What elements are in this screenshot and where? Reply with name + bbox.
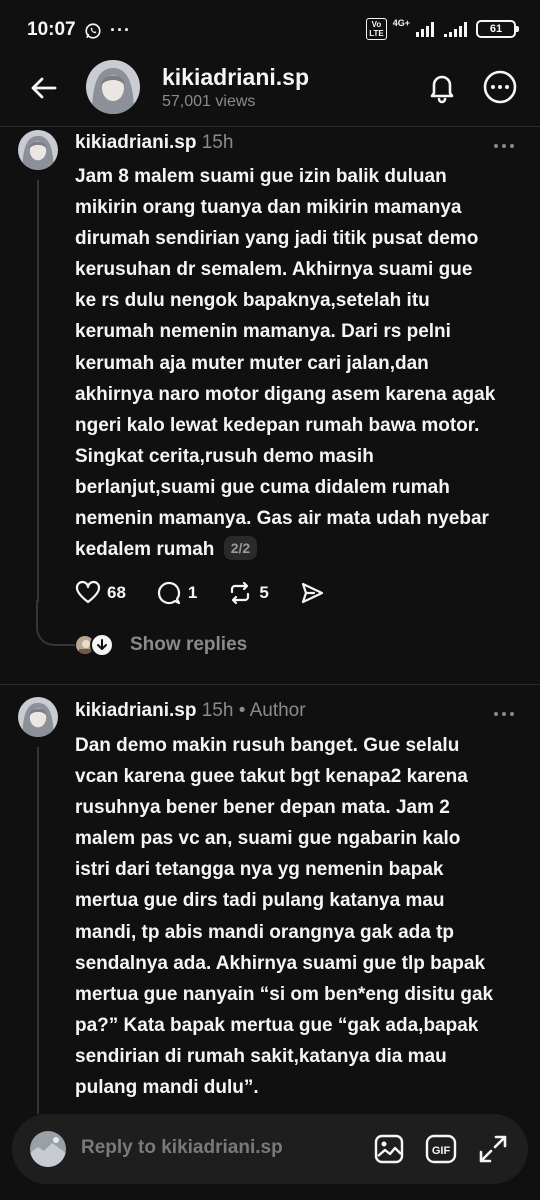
avatar-image <box>18 697 58 737</box>
post-more-button[interactable] <box>492 706 516 716</box>
post-line: kerumah aja muter muter cari jalan,dan <box>75 352 429 374</box>
repost-icon <box>231 581 250 605</box>
share-button[interactable] <box>299 580 325 606</box>
thread-header: kikiadriani.sp 57,001 views <box>0 56 540 126</box>
post-line: Singkat cerita,rusuh demo masih <box>75 445 374 467</box>
replier-avatars <box>75 633 115 657</box>
arrow-left-icon <box>31 77 57 99</box>
show-replies-button[interactable]: Show replies <box>75 631 247 659</box>
post-line: nemenin mamanya. Gas air mata udah nyeba… <box>75 508 489 530</box>
post-line: malem pas vc an, suami gue ngabarin kalo <box>75 828 461 850</box>
repost-count: 5 <box>259 583 269 602</box>
post-text: Dan demo makin rusuh banget. Gue selalu … <box>75 730 535 1103</box>
notifications-button[interactable] <box>424 69 460 105</box>
author-tag: • Author <box>238 700 306 721</box>
like-button[interactable]: 68 <box>75 580 126 606</box>
comment-button[interactable]: 1 <box>156 580 197 606</box>
post-line: sendirian di rumah sakit,katanya dia mau <box>75 1045 447 1067</box>
show-replies-label: Show replies <box>130 634 248 655</box>
battery-level: 61 <box>489 23 503 35</box>
reply-composer[interactable]: Reply to kikiadriani.sp GIF <box>12 1114 528 1184</box>
more-horizontal-icon <box>483 70 517 104</box>
thread-line <box>37 180 39 602</box>
post-line: dirumah sendirian yang jadi titik pusat … <box>75 228 479 250</box>
post-avatar[interactable] <box>18 697 58 737</box>
signal-icon-2 <box>444 22 467 37</box>
image-icon <box>374 1134 404 1164</box>
whatsapp-icon <box>85 22 101 39</box>
more-notifications-icon: ··· <box>110 20 131 40</box>
header-divider <box>0 126 540 127</box>
post-line: ngeri kalo lewat kedepan rumah bawa moto… <box>75 414 480 436</box>
post-line: mertua gue nanyain “si om ben*eng disitu… <box>75 983 494 1005</box>
post-time: 15h <box>201 700 234 721</box>
avatar-image <box>86 60 140 114</box>
thread-connector <box>36 600 76 646</box>
gif-label: GIF <box>432 1145 451 1157</box>
post-line: mertua gue dirs tadi pulang katanya mau <box>75 890 445 912</box>
image-button[interactable] <box>373 1133 405 1165</box>
post-line: rusuhnya bener bener depan mata. Jam 2 <box>75 797 450 819</box>
thread-author-name[interactable]: kikiadriani.sp <box>162 64 309 91</box>
post-line: istri dari tetangga nya yg nemenin bapak <box>75 859 444 881</box>
expand-icon <box>479 1135 507 1163</box>
more-horizontal-icon <box>494 712 514 716</box>
post-more-button[interactable] <box>492 138 516 148</box>
post-line: kerumah nemenin mamanya. Dari rs pelni <box>75 321 451 343</box>
post-line: berlanjut,suami gue cuma didalem rumah <box>75 476 450 498</box>
views-count: 57,001 views <box>162 93 256 110</box>
post-line: sendalnya ada. Akhirnya suami gue tlp ba… <box>75 952 486 974</box>
post-meta: kikiadriani.sp 15h • Author <box>75 700 306 722</box>
post-divider <box>0 684 540 685</box>
reply-input[interactable]: Reply to kikiadriani.sp <box>81 1137 283 1159</box>
post-actions: 68 1 5 <box>75 578 355 608</box>
post-line: mikirin orang tuanya dan mikirin mamanya <box>75 197 462 219</box>
expand-replies-icon <box>90 633 114 657</box>
post-line: kedalem rumah <box>75 539 215 561</box>
network-type: 4G+ <box>392 18 410 28</box>
post-line-last: kedalem rumah 2/2 <box>75 534 535 565</box>
post-line: pa?” Kata bapak mertua gue “gak ada,bapa… <box>75 1014 479 1036</box>
avatar-image <box>18 130 58 170</box>
post-line: Jam 8 malem suami gue izin balik duluan <box>75 166 447 187</box>
avatar-image <box>30 1131 66 1167</box>
expand-button[interactable] <box>477 1133 509 1165</box>
status-time: 10:07 <box>27 19 76 40</box>
post-meta: kikiadriani.sp 15h <box>75 132 233 154</box>
more-horizontal-icon <box>494 144 514 148</box>
post-line: Dan demo makin rusuh banget. Gue selalu <box>75 735 460 756</box>
back-button[interactable] <box>28 72 60 104</box>
status-bar: 10:07 ··· Vo LTE 4G+ 61 <box>0 0 540 56</box>
more-options-button[interactable] <box>482 69 518 105</box>
post-text: Jam 8 malem suami gue izin balik duluan … <box>75 161 535 565</box>
post-line: mandi, tp abis mandi orangnya gak ada tp <box>75 921 455 943</box>
post-time: 15h <box>201 132 234 153</box>
post-avatar[interactable] <box>18 130 58 170</box>
current-user-avatar <box>30 1131 66 1167</box>
post-line: kerusuhan dr semalem. Akhirnya suami gue <box>75 259 473 281</box>
battery-icon: 61 <box>476 20 519 38</box>
profile-avatar[interactable] <box>86 60 140 114</box>
post-username[interactable]: kikiadriani.sp <box>75 132 196 153</box>
thread-line <box>37 747 39 1114</box>
page-badge: 2/2 <box>223 536 258 561</box>
repost-button[interactable]: 5 <box>227 580 269 606</box>
post-username[interactable]: kikiadriani.sp <box>75 700 196 721</box>
post-line: akhirnya naro motor digang asem karena a… <box>75 383 496 405</box>
signal-icon <box>416 22 434 37</box>
comment-count: 1 <box>187 583 198 602</box>
post-line: pulang mandi dulu”. <box>75 1077 259 1099</box>
gif-button[interactable]: GIF <box>425 1133 457 1165</box>
gif-icon: GIF <box>425 1134 457 1164</box>
post-line: vcan karena guee takut bgt kenapa2 karen… <box>75 766 468 788</box>
volte-icon: Vo LTE <box>366 18 387 40</box>
comment-icon <box>157 581 181 605</box>
post-line: ke rs dulu nengok bapaknya,setelah itu <box>75 290 430 312</box>
like-count: 68 <box>107 583 126 602</box>
bell-icon <box>430 75 454 104</box>
send-icon <box>301 582 323 604</box>
heart-icon <box>75 580 101 604</box>
